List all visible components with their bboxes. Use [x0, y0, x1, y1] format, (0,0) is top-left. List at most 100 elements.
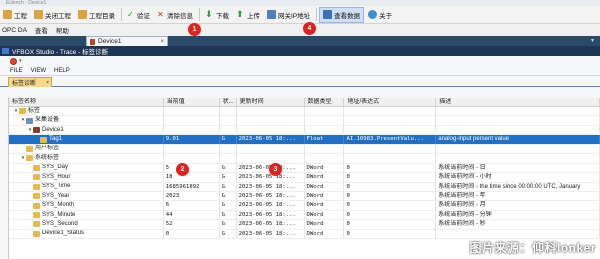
tag-icon	[33, 202, 40, 209]
record-toolbar: ▾	[0, 56, 600, 66]
project-button[interactable]: 工程	[0, 7, 30, 23]
tag-name-cell: SYS_Time	[9, 182, 164, 191]
menu-file[interactable]: FILE	[10, 68, 23, 74]
menu-help[interactable]: 帮助	[56, 25, 69, 35]
close-icon[interactable]: ×	[160, 39, 164, 45]
address-cell: 0	[344, 182, 437, 191]
toolbar-divider	[199, 8, 200, 21]
address-cell: 0	[344, 163, 437, 173]
tag-name: Tag1	[49, 136, 63, 143]
table-row[interactable]: ▾ 标签	[9, 107, 600, 117]
address-cell	[344, 154, 437, 163]
description-cell: analog-input persent value	[436, 135, 600, 144]
table-row[interactable]: 用户标签	[9, 144, 600, 155]
close-project-button[interactable]: 关闭工程	[31, 7, 74, 23]
trace-window: VFBOX Studio - Trace - 标签诊断 ▾ FILE VIEW …	[0, 46, 600, 259]
data-type-cell	[305, 125, 345, 135]
current-value-cell: 18	[164, 173, 220, 182]
column-header[interactable]: 更新时间	[237, 98, 305, 106]
column-header[interactable]: 地址/表达式	[344, 98, 437, 106]
column-header[interactable]: 数据类型	[305, 98, 345, 106]
upload-button[interactable]: ⬆ 上传	[233, 7, 263, 23]
address-cell: 0	[344, 201, 437, 210]
description-cell: 系统当前时间 - the time since 00:00:00 UTC, Ja…	[436, 182, 600, 191]
address-cell	[344, 107, 437, 116]
tag-icon	[26, 155, 33, 162]
update-time-cell: 2023-06-05 18:...	[237, 191, 305, 201]
current-value-cell: 0	[164, 229, 220, 239]
column-header[interactable]: 描述	[436, 98, 600, 106]
data-type-cell: DWord	[305, 210, 345, 220]
view-data-button[interactable]: 查看数据	[319, 6, 365, 23]
address-cell: 0	[344, 220, 437, 229]
project-icon	[3, 10, 12, 19]
data-type-cell	[305, 116, 345, 125]
tab-device1[interactable]: Device1 ×	[86, 36, 168, 46]
tag-icon	[33, 230, 40, 237]
data-type-cell: DWord	[305, 229, 345, 239]
table-body: ▾ 标签 ▾ 采集设备 ▾ Device1 Tag1 9.01 G 2023-06-05 18:.…	[9, 107, 600, 240]
verify-button[interactable]: ✓ 验证	[124, 7, 153, 23]
status-cell: G	[220, 191, 237, 201]
table-row[interactable]: SYS_Day 5 G 2023-06-05 18:... DWord 0 系统当前时间 -…	[9, 163, 600, 174]
table-row[interactable]: ▾ 系统标签	[9, 154, 600, 164]
address-cell: 0	[344, 229, 437, 239]
record-icon[interactable]	[10, 57, 17, 65]
table-row[interactable]: Tag1 9.01 G 2023-06-05 18:... Float AI.10983.…	[9, 135, 600, 145]
menu-help[interactable]: HELP	[54, 68, 70, 74]
menu-view[interactable]: VIEW	[31, 68, 46, 74]
about-button[interactable]: 关于	[365, 7, 395, 23]
tag-icon	[33, 183, 40, 190]
tag-name-cell: Tag1	[9, 135, 164, 144]
table-row[interactable]: SYS_Hour 18 G 2023-06-05 18:... DWord 0 系统当前时间…	[9, 173, 600, 183]
close-project-icon	[34, 10, 43, 19]
data-type-cell: DWord	[305, 191, 345, 201]
table-row[interactable]: ▾ Device1	[9, 125, 600, 136]
download-button[interactable]: ⬇ 下载	[202, 7, 232, 23]
table-row[interactable]: SYS_Time 1685961892 G 2023-06-05 18:... DWor…	[9, 182, 600, 192]
tag-name: SYS_Minute	[42, 211, 76, 218]
description-cell	[436, 107, 600, 116]
column-header[interactable]: 当前值	[164, 98, 220, 106]
tag-icon	[33, 212, 40, 219]
table-row[interactable]: SYS_Second 52 G 2023-06-05 18:... DWord 0 系统当前…	[9, 220, 600, 230]
gateway-ip-button[interactable]: 网关IP地址	[264, 7, 313, 23]
table-row[interactable]: SYS_Year 2023 G 2023-06-05 18:... DWord 0 系统当前…	[9, 191, 600, 202]
toolbar-divider	[121, 8, 122, 21]
tag-name: Device1	[42, 126, 64, 133]
description-cell: 系统当前时间 - 小时	[436, 173, 600, 182]
table-row[interactable]: Device1_Status 0 G 2023-06-05 18:... DWord 0	[9, 229, 600, 240]
project-folder-button[interactable]: 工程目录	[75, 7, 118, 23]
tag-name-cell: 用户标签	[9, 144, 164, 154]
clear-info-button[interactable]: ✕ 清除信息	[154, 7, 196, 23]
data-type-cell	[305, 154, 345, 163]
status-cell	[220, 116, 237, 125]
callout-badge: 4	[303, 22, 316, 35]
current-value-cell: 6	[164, 201, 220, 210]
tag-name: 标签	[28, 107, 41, 114]
tag-name-cell: SYS_Hour	[9, 173, 164, 182]
address-cell: 0	[344, 210, 437, 220]
table-row[interactable]: ▾ 采集设备	[9, 116, 600, 126]
data-type-cell: DWord	[305, 220, 345, 229]
menu-view[interactable]: 查看	[35, 25, 48, 35]
status-cell: G	[220, 173, 237, 182]
status-cell: G	[220, 182, 237, 191]
callout-badge: 3	[269, 163, 282, 176]
table-row[interactable]: SYS_Minute 44 G 2023-06-05 18:... DWord 0 系统当前…	[9, 210, 600, 221]
description-cell	[436, 125, 600, 135]
check-icon: ✓	[127, 10, 134, 19]
table-row[interactable]: SYS_Month 6 G 2023-06-05 18:... DWord 0 系统当前时间…	[9, 201, 600, 211]
update-time-cell: 2023-06-05 18:...	[237, 182, 305, 191]
tag-name: 用户标签	[35, 145, 60, 152]
column-header[interactable]: 状...	[220, 98, 237, 106]
tab-overflow-icon[interactable]: ▾	[591, 37, 594, 44]
tab-tag-diagnostics[interactable]: 标签诊断 ×	[8, 77, 52, 87]
description-cell	[436, 154, 600, 163]
close-icon[interactable]: ×	[46, 80, 49, 86]
status-cell: G	[220, 135, 237, 144]
current-value-cell	[164, 107, 220, 116]
menu-opc-da[interactable]: OPC DA	[2, 27, 27, 34]
column-header[interactable]: 标签名称	[9, 98, 164, 106]
chevron-down-icon[interactable]: ▾	[19, 58, 22, 64]
